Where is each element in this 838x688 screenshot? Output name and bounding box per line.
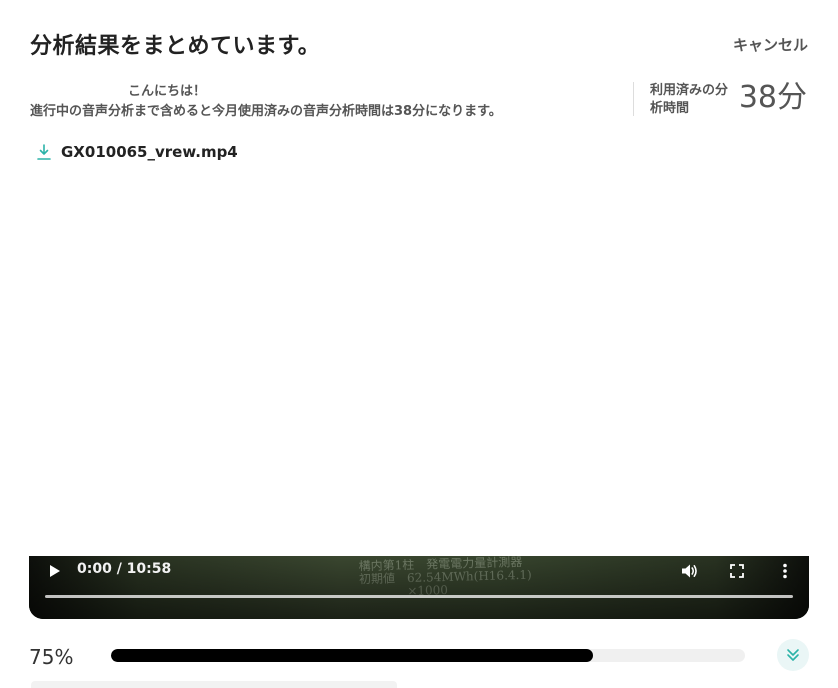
progress-percent: 75% [29,645,74,669]
seek-bar[interactable] [45,595,793,598]
usage-note: 進行中の音声分析まで含めると今月使用済みの音声分析時間は38分になります。 [30,104,502,119]
usage-summary: 利用済みの分析時間 38分 [633,80,809,116]
usage-value: 38分 [738,80,807,115]
next-section-placeholder [31,681,397,688]
download-icon[interactable] [36,142,52,162]
usage-label: 利用済みの分析時間 [650,83,729,116]
progress-fill [111,649,593,662]
video-player[interactable]: 構内第1柱 発電電力量計測器初期値 62.54MWh(H16.4.1) ×100… [29,556,809,619]
more-vertical-icon[interactable] [775,561,795,581]
volume-icon[interactable] [679,561,699,581]
fullscreen-icon[interactable] [727,561,747,581]
progress-bar [111,649,745,662]
analysis-dialog: 分析結果をまとめています。 キャンセル こんにちは！ 進行中の音声分析まで含める… [0,0,838,688]
play-icon[interactable] [47,562,63,580]
video-time: 0:00 / 10:58 [77,561,172,577]
greeting-text: こんにちは！ [128,84,207,99]
page-title: 分析結果をまとめています。 [30,34,321,59]
cancel-button[interactable]: キャンセル [733,34,808,55]
file-row: GX010065_vrew.mp4 [36,142,238,162]
expand-button[interactable] [777,639,809,671]
file-name: GX010065_vrew.mp4 [61,143,238,161]
